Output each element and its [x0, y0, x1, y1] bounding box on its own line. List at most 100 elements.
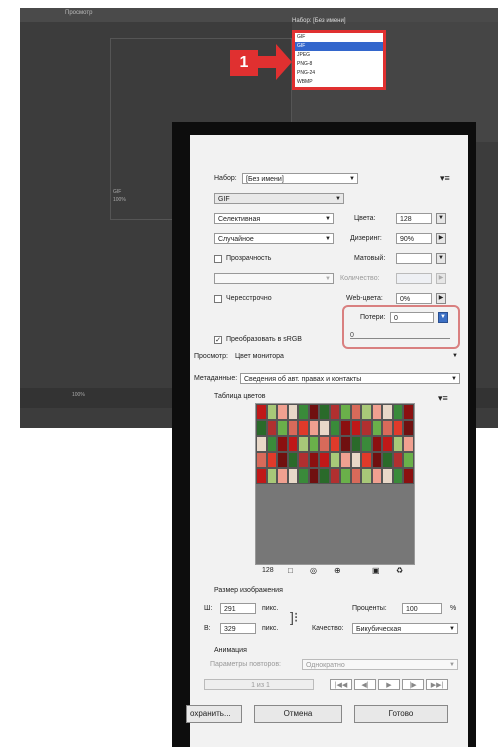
color-swatch[interactable] — [266, 468, 278, 484]
percent-input[interactable]: 100 — [402, 603, 442, 614]
color-swatch[interactable] — [350, 468, 362, 484]
color-swatch[interactable] — [287, 468, 299, 484]
dither-select[interactable]: Случайное ▼ — [214, 233, 334, 244]
color-table-menu-icon[interactable]: ▾≡ — [438, 393, 448, 404]
amount-spinner[interactable]: ▶ — [436, 273, 446, 284]
quality-select[interactable]: Бикубическая ▼ — [352, 623, 458, 634]
color-swatch[interactable] — [350, 452, 362, 468]
color-swatch[interactable] — [403, 436, 414, 452]
color-swatch[interactable] — [350, 436, 362, 452]
format-option[interactable]: PNG-8 — [295, 60, 383, 69]
preset-select[interactable]: [Без имени] ▼ — [242, 173, 358, 184]
panel-menu-icon[interactable]: ▾≡ — [440, 173, 450, 184]
format-option[interactable]: JPEG — [295, 51, 383, 60]
interlaced-checkbox[interactable] — [214, 295, 222, 303]
lossy-slider-thumb[interactable]: 0 — [350, 332, 354, 339]
color-reduction-select[interactable]: Селективная ▼ — [214, 213, 334, 224]
amount-input[interactable] — [396, 273, 432, 284]
prev-frame-button[interactable]: ◀| — [354, 679, 376, 690]
height-input[interactable]: 329 — [220, 623, 256, 634]
matte-spinner[interactable]: ▼ — [436, 253, 446, 264]
chevron-down-icon[interactable]: ▼ — [452, 353, 458, 359]
lossy-input[interactable]: 0 — [390, 312, 434, 323]
color-swatch[interactable] — [329, 436, 341, 452]
color-swatch[interactable] — [340, 404, 351, 420]
tab-preview[interactable]: Просмотр — [65, 10, 92, 16]
color-swatch[interactable] — [329, 452, 341, 468]
color-swatch[interactable] — [382, 436, 393, 452]
first-frame-button[interactable]: |◀◀ — [330, 679, 352, 690]
color-swatch[interactable] — [350, 420, 362, 436]
lossy-spinner[interactable]: ▼ — [438, 312, 448, 323]
color-swatch[interactable] — [392, 404, 404, 420]
format-dropdown-list[interactable]: GIF GIF JPEG PNG-8 PNG-24 WBMP — [292, 30, 386, 90]
color-swatch[interactable] — [266, 436, 278, 452]
color-swatch[interactable] — [298, 436, 309, 452]
color-swatch[interactable] — [382, 452, 393, 468]
color-swatch[interactable] — [361, 468, 372, 484]
colors-spinner[interactable]: ▼ — [436, 213, 446, 224]
color-swatch[interactable] — [287, 436, 299, 452]
metadata-select[interactable]: Сведения об авт. правах и контакты ▼ — [240, 373, 460, 384]
color-swatch[interactable] — [308, 420, 320, 436]
color-swatch[interactable] — [308, 404, 320, 420]
color-swatch[interactable] — [403, 452, 414, 468]
cancel-button[interactable]: Отмена — [254, 705, 342, 723]
colors-input[interactable]: 128 — [396, 213, 432, 224]
color-swatch[interactable] — [277, 452, 288, 468]
color-swatch[interactable] — [319, 452, 330, 468]
color-swatch[interactable] — [298, 420, 309, 436]
color-swatch[interactable] — [308, 436, 320, 452]
format-select[interactable]: GIF ▼ — [214, 193, 344, 204]
transparency-checkbox[interactable] — [214, 255, 222, 263]
color-swatch[interactable] — [340, 468, 351, 484]
preview-select[interactable]: Цвет монитора — [232, 351, 322, 362]
color-swatch[interactable] — [350, 404, 362, 420]
dither-percent-input[interactable]: 90% — [396, 233, 432, 244]
color-swatch[interactable] — [256, 468, 267, 484]
transparency-dither-select[interactable]: ▼ — [214, 273, 334, 284]
width-input[interactable]: 291 — [220, 603, 256, 614]
color-swatch[interactable] — [403, 404, 414, 420]
color-swatch[interactable] — [382, 420, 393, 436]
color-swatch[interactable] — [298, 452, 309, 468]
color-swatch[interactable] — [392, 452, 404, 468]
color-swatch[interactable] — [298, 404, 309, 420]
color-swatch[interactable] — [382, 468, 393, 484]
color-swatch[interactable] — [392, 420, 404, 436]
format-option[interactable]: GIF — [295, 42, 383, 51]
color-swatch[interactable] — [329, 404, 341, 420]
color-swatch[interactable] — [277, 404, 288, 420]
lossy-slider[interactable]: 0 — [350, 332, 450, 342]
color-swatch[interactable] — [382, 404, 393, 420]
color-swatch[interactable] — [319, 468, 330, 484]
new-color-icon[interactable]: ▣ — [372, 566, 380, 575]
color-swatch[interactable] — [287, 420, 299, 436]
color-swatch[interactable] — [361, 404, 372, 420]
color-swatch[interactable] — [256, 436, 267, 452]
save-button[interactable]: охранить... — [186, 705, 242, 723]
color-swatch[interactable] — [277, 436, 288, 452]
dither-spinner[interactable]: ▶ — [436, 233, 446, 244]
play-button[interactable]: ▶ — [378, 679, 400, 690]
color-swatch[interactable] — [371, 436, 383, 452]
color-swatch[interactable] — [392, 436, 404, 452]
next-frame-button[interactable]: |▶ — [402, 679, 424, 690]
color-swatch[interactable] — [329, 468, 341, 484]
trash-icon[interactable]: ♻ — [396, 566, 403, 575]
color-swatch[interactable] — [266, 452, 278, 468]
format-option[interactable]: WBMP — [295, 78, 383, 87]
convert-srgb-checkbox[interactable]: ✓ — [214, 336, 222, 344]
color-swatch[interactable] — [308, 452, 320, 468]
web-shift-icon[interactable]: ◎ — [310, 566, 317, 575]
color-swatch[interactable] — [403, 468, 414, 484]
color-swatch[interactable] — [329, 420, 341, 436]
color-swatch[interactable] — [340, 452, 351, 468]
color-swatch[interactable] — [371, 452, 383, 468]
constrain-link-icon[interactable]: ]⁝ — [290, 609, 298, 626]
color-swatch[interactable] — [266, 420, 278, 436]
color-swatch[interactable] — [256, 404, 267, 420]
color-swatch[interactable] — [287, 452, 299, 468]
color-swatch[interactable] — [361, 452, 372, 468]
format-option[interactable]: PNG-24 — [295, 69, 383, 78]
